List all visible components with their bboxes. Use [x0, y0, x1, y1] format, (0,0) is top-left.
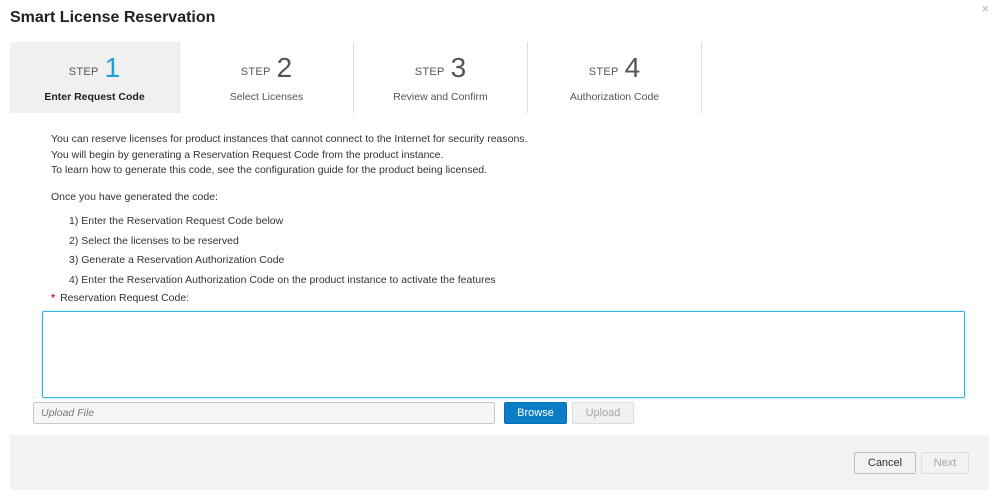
- dialog-title: Smart License Reservation: [10, 9, 216, 26]
- step-word: STEP: [588, 66, 619, 78]
- step-word: STEP: [68, 66, 99, 78]
- wizard-steps: STEP 1 Enter Request Code STEP 2 Select …: [10, 42, 702, 113]
- step-number: 3: [450, 52, 467, 83]
- intro-line: You can reserve licenses for product ins…: [51, 133, 528, 145]
- required-marker: *: [51, 292, 56, 304]
- upload-button[interactable]: Upload: [572, 402, 634, 424]
- wizard-step-2[interactable]: STEP 2 Select Licenses: [180, 42, 354, 113]
- wizard-step-1[interactable]: STEP 1 Enter Request Code: [10, 42, 180, 113]
- next-button[interactable]: Next: [921, 452, 969, 474]
- step-label: Select Licenses: [229, 91, 304, 103]
- step-number: 4: [624, 52, 641, 83]
- request-code-label-text: Reservation Request Code:: [60, 292, 190, 304]
- step-word: STEP: [414, 66, 445, 78]
- intro-line: You will begin by generating a Reservati…: [51, 148, 444, 161]
- step-label: Review and Confirm: [393, 91, 488, 103]
- cancel-button[interactable]: Cancel: [854, 452, 916, 474]
- instruction-item: 4) Enter the Reservation Authorization C…: [69, 273, 496, 286]
- step-number: 1: [104, 52, 121, 83]
- step-word: STEP: [240, 66, 271, 78]
- wizard-step-3[interactable]: STEP 3 Review and Confirm: [354, 42, 528, 113]
- instruction-item: 2) Select the licenses to be reserved: [69, 234, 239, 247]
- step-label: Enter Request Code: [44, 91, 145, 103]
- intro-text: You can reserve licenses for product ins…: [51, 132, 527, 179]
- intro-line: To learn how to generate this code, see …: [51, 164, 488, 176]
- instruction-list: 1) Enter the Reservation Request Code be…: [69, 214, 496, 292]
- request-code-textarea[interactable]: [42, 311, 965, 398]
- upload-file-field[interactable]: [33, 402, 495, 424]
- step-label: Authorization Code: [569, 91, 660, 103]
- instruction-item: 1) Enter the Reservation Request Code be…: [69, 215, 284, 227]
- wizard-step-4[interactable]: STEP 4 Authorization Code: [528, 42, 702, 113]
- request-code-label: * Reservation Request Code:: [51, 292, 189, 304]
- step-number: 2: [276, 52, 293, 83]
- once-generated-text: Once you have generated the code:: [51, 191, 218, 203]
- dialog-footer: [10, 435, 989, 490]
- instruction-item: 3) Generate a Reservation Authorization …: [69, 254, 285, 266]
- close-icon[interactable]: ×: [981, 2, 989, 16]
- browse-button[interactable]: Browse: [504, 402, 567, 424]
